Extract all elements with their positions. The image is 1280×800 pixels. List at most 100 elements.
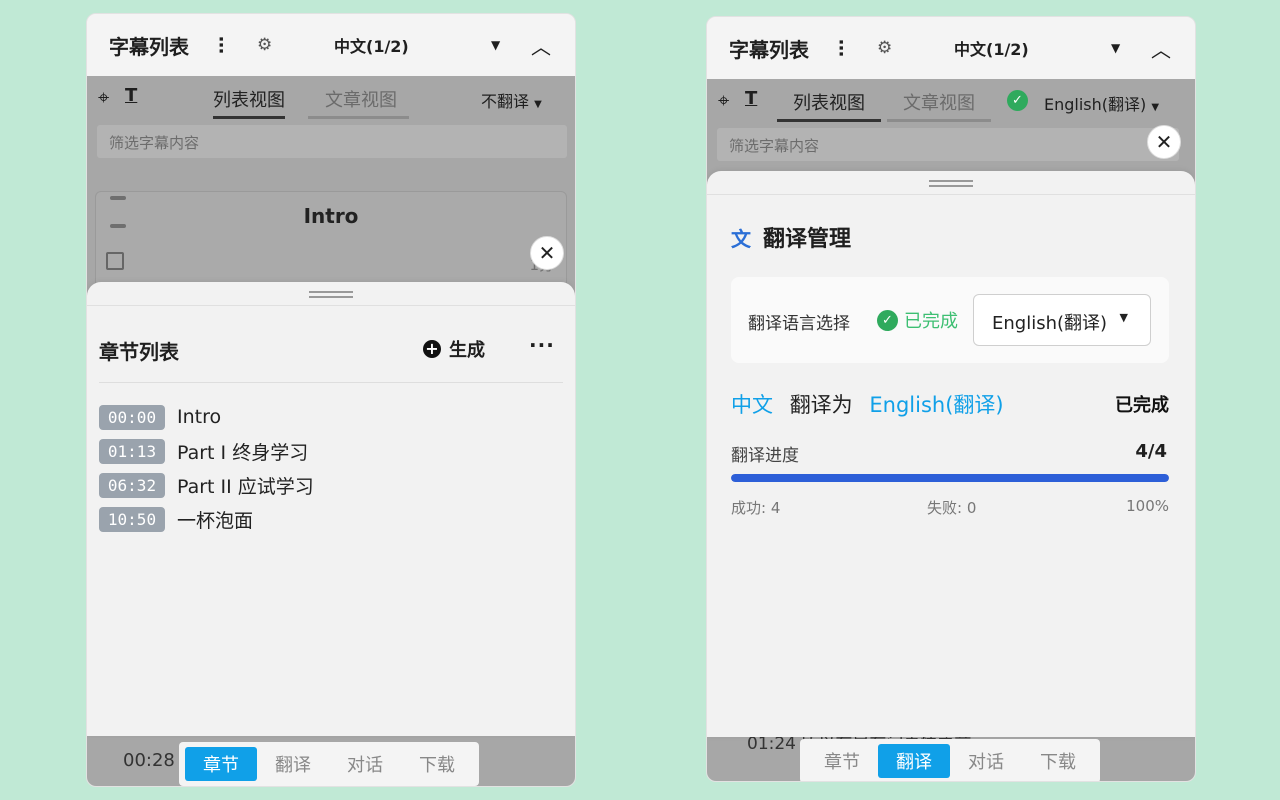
filter-input[interactable]: 筛选字幕内容 xyxy=(97,125,567,158)
panel-title: 字幕列表 xyxy=(109,34,189,59)
progress-percent: 100% xyxy=(1126,497,1169,515)
caret-down-icon: ▼ xyxy=(1119,311,1128,324)
chapter-name: Part I 终身学习 xyxy=(177,441,309,464)
chapter-time[interactable]: 00:00 xyxy=(99,404,165,430)
target-language-select[interactable]: English(翻译) ▼ xyxy=(973,294,1151,346)
target-language-value: English(翻译) xyxy=(992,313,1108,334)
caret-down-icon: ▼ xyxy=(1151,102,1160,113)
translation-select[interactable]: English(翻译) ▼ xyxy=(1044,91,1159,115)
tab-download[interactable]: 下载 xyxy=(1022,744,1094,778)
close-icon[interactable]: ✕ xyxy=(530,236,564,270)
subtitle-panel-right: 字幕列表 ⋯ ⚙ 中文(1/2) ▼ ︿ ⌖ T 列表视图 文章视图 ✓ Eng… xyxy=(706,16,1196,782)
tab-article-view[interactable]: 文章视图 xyxy=(887,89,991,122)
source-language: 中文 xyxy=(731,393,773,417)
completed-label: 已完成 xyxy=(904,311,958,332)
tab-chat[interactable]: 对话 xyxy=(329,747,401,781)
panel-title: 字幕列表 xyxy=(729,37,809,62)
drag-handle xyxy=(110,196,126,200)
progress-bar xyxy=(731,474,1169,482)
language-selection-card: 翻译语言选择 ✓ 已完成 English(翻译) ▼ xyxy=(731,277,1169,363)
failed-count: 失败: 0 xyxy=(927,499,977,517)
chapter-sheet: 章节列表 + 生成 ··· 00:00 Intro 01:13 Part I 终… xyxy=(87,282,575,736)
check-icon: ✓ xyxy=(877,309,898,331)
tab-article-view[interactable]: 文章视图 xyxy=(308,86,409,119)
generate-label: 生成 xyxy=(449,340,485,361)
chapter-time[interactable]: 06:32 xyxy=(99,472,165,498)
progress-fill xyxy=(731,474,1169,482)
chevron-up-icon[interactable]: ︿ xyxy=(1151,34,1171,63)
collapse-square-icon[interactable] xyxy=(106,252,124,270)
translation-manager-title: 文 翻译管理 xyxy=(731,221,851,253)
translation-select-label: English(翻译) xyxy=(1044,95,1147,114)
view-toolbar: ⌖ T 列表视图 文章视图 ✓ English(翻译) ▼ xyxy=(707,79,1195,123)
tab-list-view[interactable]: 列表视图 xyxy=(777,89,881,122)
chapter-name: 一杯泡面 xyxy=(177,509,254,532)
progress-count: 4/4 xyxy=(1135,441,1167,462)
language-select[interactable]: 中文(1/2) xyxy=(334,33,409,57)
subtitle-panel-left: 字幕列表 ⋯ ⚙ 中文(1/2) ▼ ︿ ⌖ T 列表视图 文章视图 不翻译 ▼… xyxy=(86,13,576,787)
chapter-name: Intro xyxy=(177,406,222,428)
translation-sheet: 文 翻译管理 翻译语言选择 ✓ 已完成 English(翻译) ▼ 中文 翻译为… xyxy=(707,171,1195,737)
tab-translate[interactable]: 翻译 xyxy=(878,744,950,778)
more-icon[interactable]: ··· xyxy=(529,333,555,357)
plus-icon: + xyxy=(423,340,441,358)
success-count: 成功: 4 xyxy=(731,499,781,517)
chapter-item[interactable]: 01:13 Part I 终身学习 xyxy=(99,434,314,468)
line-spacing-icon[interactable]: T xyxy=(125,85,137,106)
tab-download[interactable]: 下载 xyxy=(401,747,473,781)
view-toolbar: ⌖ T 列表视图 文章视图 不翻译 ▼ xyxy=(87,76,575,120)
gear-icon[interactable]: ⚙ xyxy=(257,35,272,55)
translation-select-label: 不翻译 xyxy=(481,92,530,111)
tab-chat[interactable]: 对话 xyxy=(950,744,1022,778)
kebab-menu-icon[interactable]: ⋯ xyxy=(830,39,851,57)
bottom-tabs: 章节 翻译 对话 下载 xyxy=(800,739,1100,781)
tab-chapters[interactable]: 章节 xyxy=(185,747,257,781)
divider xyxy=(99,382,563,383)
divider xyxy=(87,305,575,306)
bottom-tabs: 章节 翻译 对话 下载 xyxy=(179,742,479,786)
chapter-item[interactable]: 00:00 Intro xyxy=(99,400,314,434)
completed-status: ✓ 已完成 xyxy=(877,307,958,333)
panel-header: 字幕列表 ⋯ ⚙ 中文(1/2) ▼ ︿ xyxy=(87,14,575,76)
progress-label: 翻译进度 xyxy=(731,446,799,466)
chapter-time[interactable]: 01:13 xyxy=(99,438,165,464)
tab-chapters[interactable]: 章节 xyxy=(806,744,878,778)
locate-icon[interactable]: ⌖ xyxy=(718,88,729,112)
panel-header: 字幕列表 ⋯ ⚙ 中文(1/2) ▼ ︿ xyxy=(707,17,1195,79)
divider xyxy=(707,194,1195,195)
tab-translate[interactable]: 翻译 xyxy=(257,747,329,781)
generate-button[interactable]: + 生成 xyxy=(423,336,485,362)
chapter-time[interactable]: 10:50 xyxy=(99,506,165,532)
kebab-menu-icon[interactable]: ⋯ xyxy=(210,36,231,54)
filter-input[interactable]: 筛选字幕内容 xyxy=(717,128,1179,161)
chapter-list: 00:00 Intro 01:13 Part I 终身学习 06:32 Part… xyxy=(99,400,314,536)
language-select[interactable]: 中文(1/2) xyxy=(954,36,1029,60)
gear-icon[interactable]: ⚙ xyxy=(877,38,892,58)
chapter-item[interactable]: 10:50 一杯泡面 xyxy=(99,502,314,536)
language-select-label: 翻译语言选择 xyxy=(748,314,850,334)
tab-list-view[interactable]: 列表视图 xyxy=(213,86,285,119)
chapter-name: Part II 应试学习 xyxy=(177,475,314,498)
chapter-item[interactable]: 06:32 Part II 应试学习 xyxy=(99,468,314,502)
chapter-list-title: 章节列表 xyxy=(99,340,179,364)
close-icon[interactable]: ✕ xyxy=(1147,125,1181,159)
caret-down-icon[interactable]: ▼ xyxy=(1111,41,1120,55)
subtitle-card[interactable]: Intro 1分 xyxy=(95,191,567,291)
sheet-grabber[interactable] xyxy=(929,180,973,187)
chevron-up-icon[interactable]: ︿ xyxy=(531,31,551,60)
translation-direction: 中文 翻译为 English(翻译) 已完成 xyxy=(731,389,1169,419)
translate-icon: 文 xyxy=(731,226,751,251)
translate-to-label: 翻译为 xyxy=(789,393,853,417)
check-icon: ✓ xyxy=(1007,90,1028,111)
translation-manager-label: 翻译管理 xyxy=(763,227,852,252)
locate-icon[interactable]: ⌖ xyxy=(98,85,109,109)
sheet-grabber[interactable] xyxy=(309,291,353,298)
caret-down-icon[interactable]: ▼ xyxy=(491,38,500,52)
line-spacing-icon[interactable]: T xyxy=(745,88,757,109)
translation-status: 已完成 xyxy=(1115,395,1169,416)
background-time: 00:28 xyxy=(123,750,175,771)
subtitle-text: Intro xyxy=(303,204,359,228)
target-language: English(翻译) xyxy=(869,393,1004,417)
caret-down-icon: ▼ xyxy=(534,99,542,110)
translation-select[interactable]: 不翻译 ▼ xyxy=(481,88,542,112)
